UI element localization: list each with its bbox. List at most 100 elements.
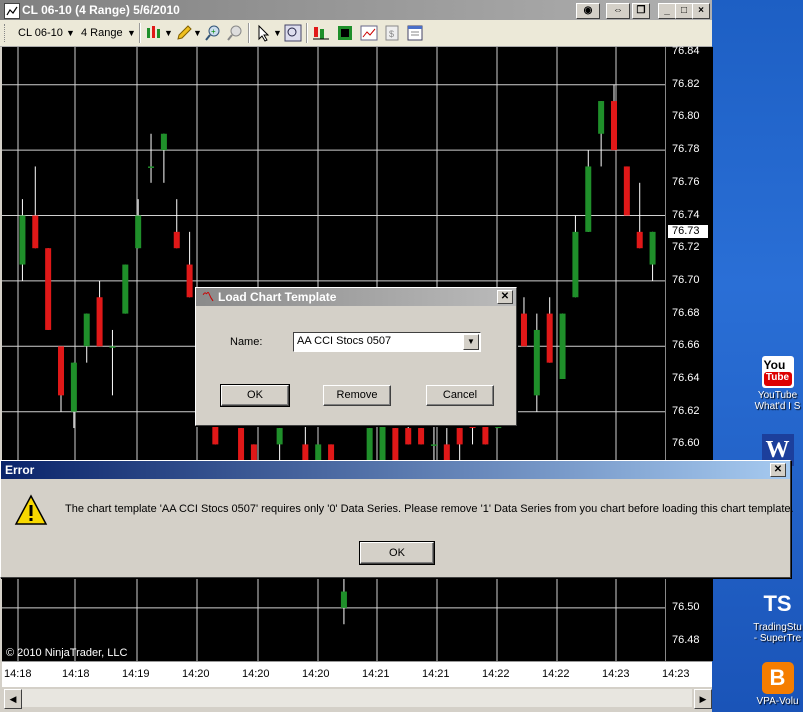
error-dialog-title: Error bbox=[5, 463, 35, 477]
error-dialog: Error ✕ The chart template 'AA CCI Stocs… bbox=[0, 460, 794, 578]
dialog-titlebar[interactable]: 〽 Load Chart Template ✕ bbox=[196, 288, 516, 306]
cursor-icon[interactable] bbox=[255, 24, 273, 42]
price-tick-label: 76.64 bbox=[672, 372, 700, 384]
warning-icon bbox=[14, 494, 48, 526]
desktop-shortcut-label: TradingStu bbox=[753, 622, 802, 633]
bars-type-icon[interactable] bbox=[145, 24, 163, 42]
chart-app-icon bbox=[4, 3, 20, 19]
price-tick-label: 76.62 bbox=[672, 404, 700, 417]
zoom-out-icon[interactable] bbox=[226, 24, 244, 42]
horizontal-scrollbar[interactable]: ◀ ▶ bbox=[0, 687, 712, 712]
candle-body bbox=[559, 313, 566, 379]
candle-body bbox=[533, 329, 540, 396]
data-box-icon[interactable]: $ bbox=[383, 24, 401, 42]
time-tick-label: 14:22 bbox=[482, 668, 510, 680]
minimize-button[interactable]: _ bbox=[658, 3, 676, 19]
candle-body bbox=[96, 297, 103, 347]
restore-icon[interactable]: ❐ bbox=[632, 3, 650, 19]
candle-body bbox=[148, 166, 155, 168]
time-tick-label: 14:18 bbox=[62, 668, 90, 680]
candle-body bbox=[546, 313, 553, 363]
toolbar-grip[interactable] bbox=[4, 24, 8, 42]
desktop-shortcut-blogger[interactable]: B VPA-Volu bbox=[752, 662, 803, 707]
time-tick-label: 14:20 bbox=[242, 668, 270, 680]
candle-body bbox=[32, 215, 39, 249]
candle-body bbox=[405, 428, 412, 445]
desktop-shortcut-tradingstudio[interactable]: TS TradingStu - SuperTre bbox=[752, 588, 803, 644]
svg-text:+: + bbox=[211, 27, 216, 36]
candle-body bbox=[45, 248, 52, 330]
magnifier-icon[interactable] bbox=[284, 24, 302, 42]
close-icon[interactable]: ✕ bbox=[497, 290, 513, 304]
error-dialog-titlebar[interactable]: Error ✕ bbox=[1, 461, 790, 479]
chevron-down-icon[interactable]: ▼ bbox=[463, 334, 479, 350]
candle-body bbox=[109, 346, 116, 348]
blogger-shortcut-icon: B bbox=[761, 662, 794, 694]
cancel-button[interactable]: Cancel bbox=[426, 385, 494, 406]
link-button[interactable]: ◉ bbox=[576, 3, 600, 19]
candle-body bbox=[636, 231, 643, 249]
name-label: Name: bbox=[230, 336, 263, 348]
candle-body bbox=[58, 346, 65, 396]
candle-body bbox=[186, 264, 193, 298]
price-tick-label: 76.76 bbox=[672, 175, 700, 188]
indicators-icon[interactable] bbox=[312, 24, 330, 42]
chevron-down-icon[interactable]: ▼ bbox=[273, 25, 282, 41]
error-ok-button[interactable]: OK bbox=[359, 541, 435, 565]
candle-body bbox=[649, 231, 656, 265]
desktop-shortcut-youtube[interactable]: You Tube YouTube What'd I S bbox=[752, 356, 803, 412]
properties-icon[interactable] bbox=[406, 24, 424, 42]
price-tick-label: 76.70 bbox=[672, 273, 700, 286]
candle-body bbox=[610, 101, 617, 151]
candle-body bbox=[585, 166, 592, 232]
period-selector[interactable]: 4 Range bbox=[81, 25, 123, 41]
candle-body bbox=[135, 215, 142, 249]
time-tick-label: 14:23 bbox=[602, 668, 630, 680]
window-titlebar[interactable]: CL 06-10 (4 Range) 5/6/2010 ◉ ⇔ ❐ _ □ × bbox=[0, 0, 712, 20]
candle-body bbox=[430, 444, 437, 446]
price-tick-label: 76.82 bbox=[672, 77, 700, 90]
price-tick-label: 76.68 bbox=[672, 306, 700, 319]
candle-body bbox=[83, 313, 90, 347]
zoom-in-icon[interactable]: + bbox=[204, 24, 222, 42]
chevron-down-icon[interactable]: ▼ bbox=[193, 25, 202, 41]
close-icon[interactable]: ✕ bbox=[770, 463, 786, 477]
candle-body bbox=[276, 428, 283, 445]
time-axis: 14:18 14:18 14:19 14:20 14:20 14:20 14:21 14:21… bbox=[2, 661, 712, 688]
time-tick-label: 14:21 bbox=[362, 668, 390, 680]
time-tick-label: 14:19 bbox=[122, 668, 150, 680]
time-tick-label: 14:23 bbox=[662, 668, 690, 680]
template-name-combobox[interactable]: AA CCI Stocs 0507 ▼ bbox=[293, 332, 481, 352]
price-tick-label: 76.74 bbox=[672, 208, 700, 221]
time-tick-label: 14:22 bbox=[542, 668, 570, 680]
youtube-shortcut-icon: You Tube bbox=[761, 356, 794, 388]
window-title: CL 06-10 (4 Range) 5/6/2010 bbox=[22, 3, 180, 17]
price-tick-label: 76.50 bbox=[672, 600, 700, 613]
scroll-left-icon[interactable]: ◀ bbox=[4, 689, 22, 709]
scroll-right-icon[interactable]: ▶ bbox=[694, 689, 712, 709]
desktop: You Tube YouTube What'd I S W t is ock T… bbox=[712, 0, 803, 712]
chevron-down-icon[interactable]: ▼ bbox=[66, 25, 75, 41]
instrument-selector[interactable]: CL 06-10 bbox=[18, 25, 63, 41]
candle-body bbox=[173, 231, 180, 249]
candle-body bbox=[456, 428, 463, 445]
ok-button[interactable]: OK bbox=[220, 384, 290, 407]
price-tick-label: 76.80 bbox=[672, 110, 700, 123]
candle-body bbox=[122, 264, 129, 314]
chart-toolbar: CL 06-10 ▼ 4 Range ▼ ▼ ▼ + ▼ $ bbox=[0, 20, 712, 47]
close-button[interactable]: × bbox=[692, 3, 710, 19]
candle-body bbox=[520, 313, 527, 347]
price-tick-label: 76.72 bbox=[672, 241, 700, 254]
scroll-track[interactable] bbox=[22, 689, 692, 707]
maximize-button[interactable]: □ bbox=[675, 3, 693, 19]
chart-trader-icon[interactable] bbox=[360, 24, 378, 42]
chevron-down-icon[interactable]: ▼ bbox=[127, 25, 136, 41]
price-tick-label: 76.60 bbox=[672, 437, 700, 450]
pencil-draw-icon[interactable] bbox=[175, 24, 193, 42]
candle-body bbox=[418, 428, 425, 445]
time-tick-label: 14:18 bbox=[4, 668, 32, 680]
attach-button[interactable]: ⇔ bbox=[606, 3, 630, 19]
strategies-icon[interactable] bbox=[336, 24, 354, 42]
remove-button[interactable]: Remove bbox=[323, 385, 391, 406]
chevron-down-icon[interactable]: ▼ bbox=[164, 25, 173, 41]
